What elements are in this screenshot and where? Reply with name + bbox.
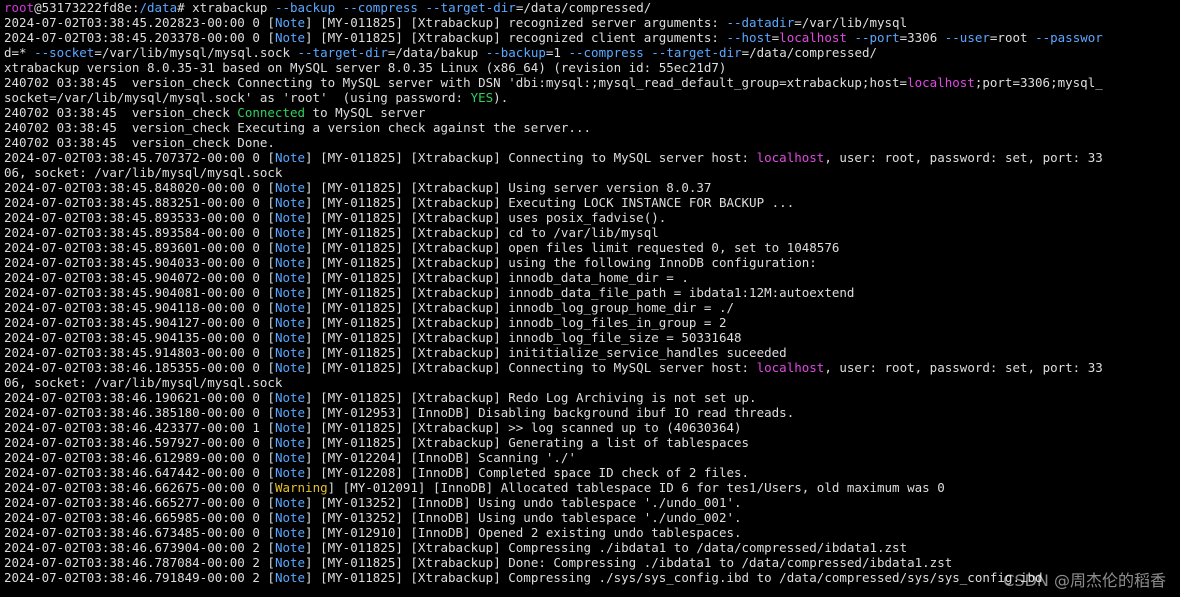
log-line: 2024-07-02T03:38:46.597927-00:00 0 [Note…: [4, 435, 750, 450]
log-line: 2024-07-02T03:38:45.904081-00:00 0 [Note…: [4, 285, 855, 300]
log-line: 2024-07-02T03:38:45.904072-00:00 0 [Note…: [4, 270, 689, 285]
log-line: 06, socket: /var/lib/mysql/mysql.sock: [4, 165, 283, 180]
log-line: 2024-07-02T03:38:45.202823-00:00 0 [Note…: [4, 15, 908, 30]
log-line: 2024-07-02T03:38:46.673904-00:00 2 [Note…: [4, 540, 908, 555]
watermark: CSDN @周杰伦的稻香: [1003, 571, 1166, 590]
log-line: 2024-07-02T03:38:45.883251-00:00 0 [Note…: [4, 195, 795, 210]
log-line: 2024-07-02T03:38:45.203378-00:00 0 [Note…: [4, 30, 1103, 45]
log-line: 2024-07-02T03:38:46.647442-00:00 0 [Note…: [4, 465, 750, 480]
log-line: 2024-07-02T03:38:46.665985-00:00 0 [Note…: [4, 510, 742, 525]
log-line: 2024-07-02T03:38:46.185355-00:00 0 [Note…: [4, 360, 1103, 375]
log-line: 2024-07-02T03:38:46.190621-00:00 0 [Note…: [4, 390, 757, 405]
log-line: 2024-07-02T03:38:46.662675-00:00 0 [Warn…: [4, 480, 945, 495]
log-line: 2024-07-02T03:38:45.904118-00:00 0 [Note…: [4, 300, 735, 315]
log-line: 2024-07-02T03:38:45.893533-00:00 0 [Note…: [4, 210, 667, 225]
log-line: 2024-07-02T03:38:45.904033-00:00 0 [Note…: [4, 255, 817, 270]
log-line: 2024-07-02T03:38:45.848020-00:00 0 [Note…: [4, 180, 712, 195]
log-line: socket=/var/lib/mysql/mysql.sock' as 'ro…: [4, 90, 509, 105]
log-line: 2024-07-02T03:38:45.893601-00:00 0 [Note…: [4, 240, 840, 255]
shell-prompt-line: root@53173222fd8e:/data# xtrabackup --ba…: [4, 0, 652, 15]
log-line: 2024-07-02T03:38:45.893584-00:00 0 [Note…: [4, 225, 659, 240]
log-line: 06, socket: /var/lib/mysql/mysql.sock: [4, 375, 283, 390]
log-line: 240702 03:38:45 version_check Executing …: [4, 120, 591, 135]
log-line: 2024-07-02T03:38:46.612989-00:00 0 [Note…: [4, 450, 576, 465]
log-line: d=* --socket=/var/lib/mysql/mysql.sock -…: [4, 45, 878, 60]
log-line: 240702 03:38:45 version_check Connecting…: [4, 75, 1103, 90]
log-line: 2024-07-02T03:38:46.423377-00:00 1 [Note…: [4, 420, 742, 435]
log-line: 2024-07-02T03:38:46.787084-00:00 2 [Note…: [4, 555, 953, 570]
log-line: 2024-07-02T03:38:46.673485-00:00 0 [Note…: [4, 525, 742, 540]
terminal-output[interactable]: root@53173222fd8e:/data# xtrabackup --ba…: [4, 0, 1178, 597]
log-line: 2024-07-02T03:38:45.914803-00:00 0 [Note…: [4, 345, 787, 360]
log-line: 2024-07-02T03:38:46.665277-00:00 0 [Note…: [4, 495, 742, 510]
log-line: 2024-07-02T03:38:46.791849-00:00 2 [Note…: [4, 570, 1043, 585]
log-line: 2024-07-02T03:38:45.707372-00:00 0 [Note…: [4, 150, 1103, 165]
log-line: 2024-07-02T03:38:46.385180-00:00 0 [Note…: [4, 405, 795, 420]
log-line: 240702 03:38:45 version_check Connected …: [4, 105, 426, 120]
log-line: 2024-07-02T03:38:45.904135-00:00 0 [Note…: [4, 330, 742, 345]
log-line: xtrabackup version 8.0.35-31 based on My…: [4, 60, 727, 75]
log-line: 240702 03:38:45 version_check Done.: [4, 135, 275, 150]
log-line: 2024-07-02T03:38:45.904127-00:00 0 [Note…: [4, 315, 727, 330]
